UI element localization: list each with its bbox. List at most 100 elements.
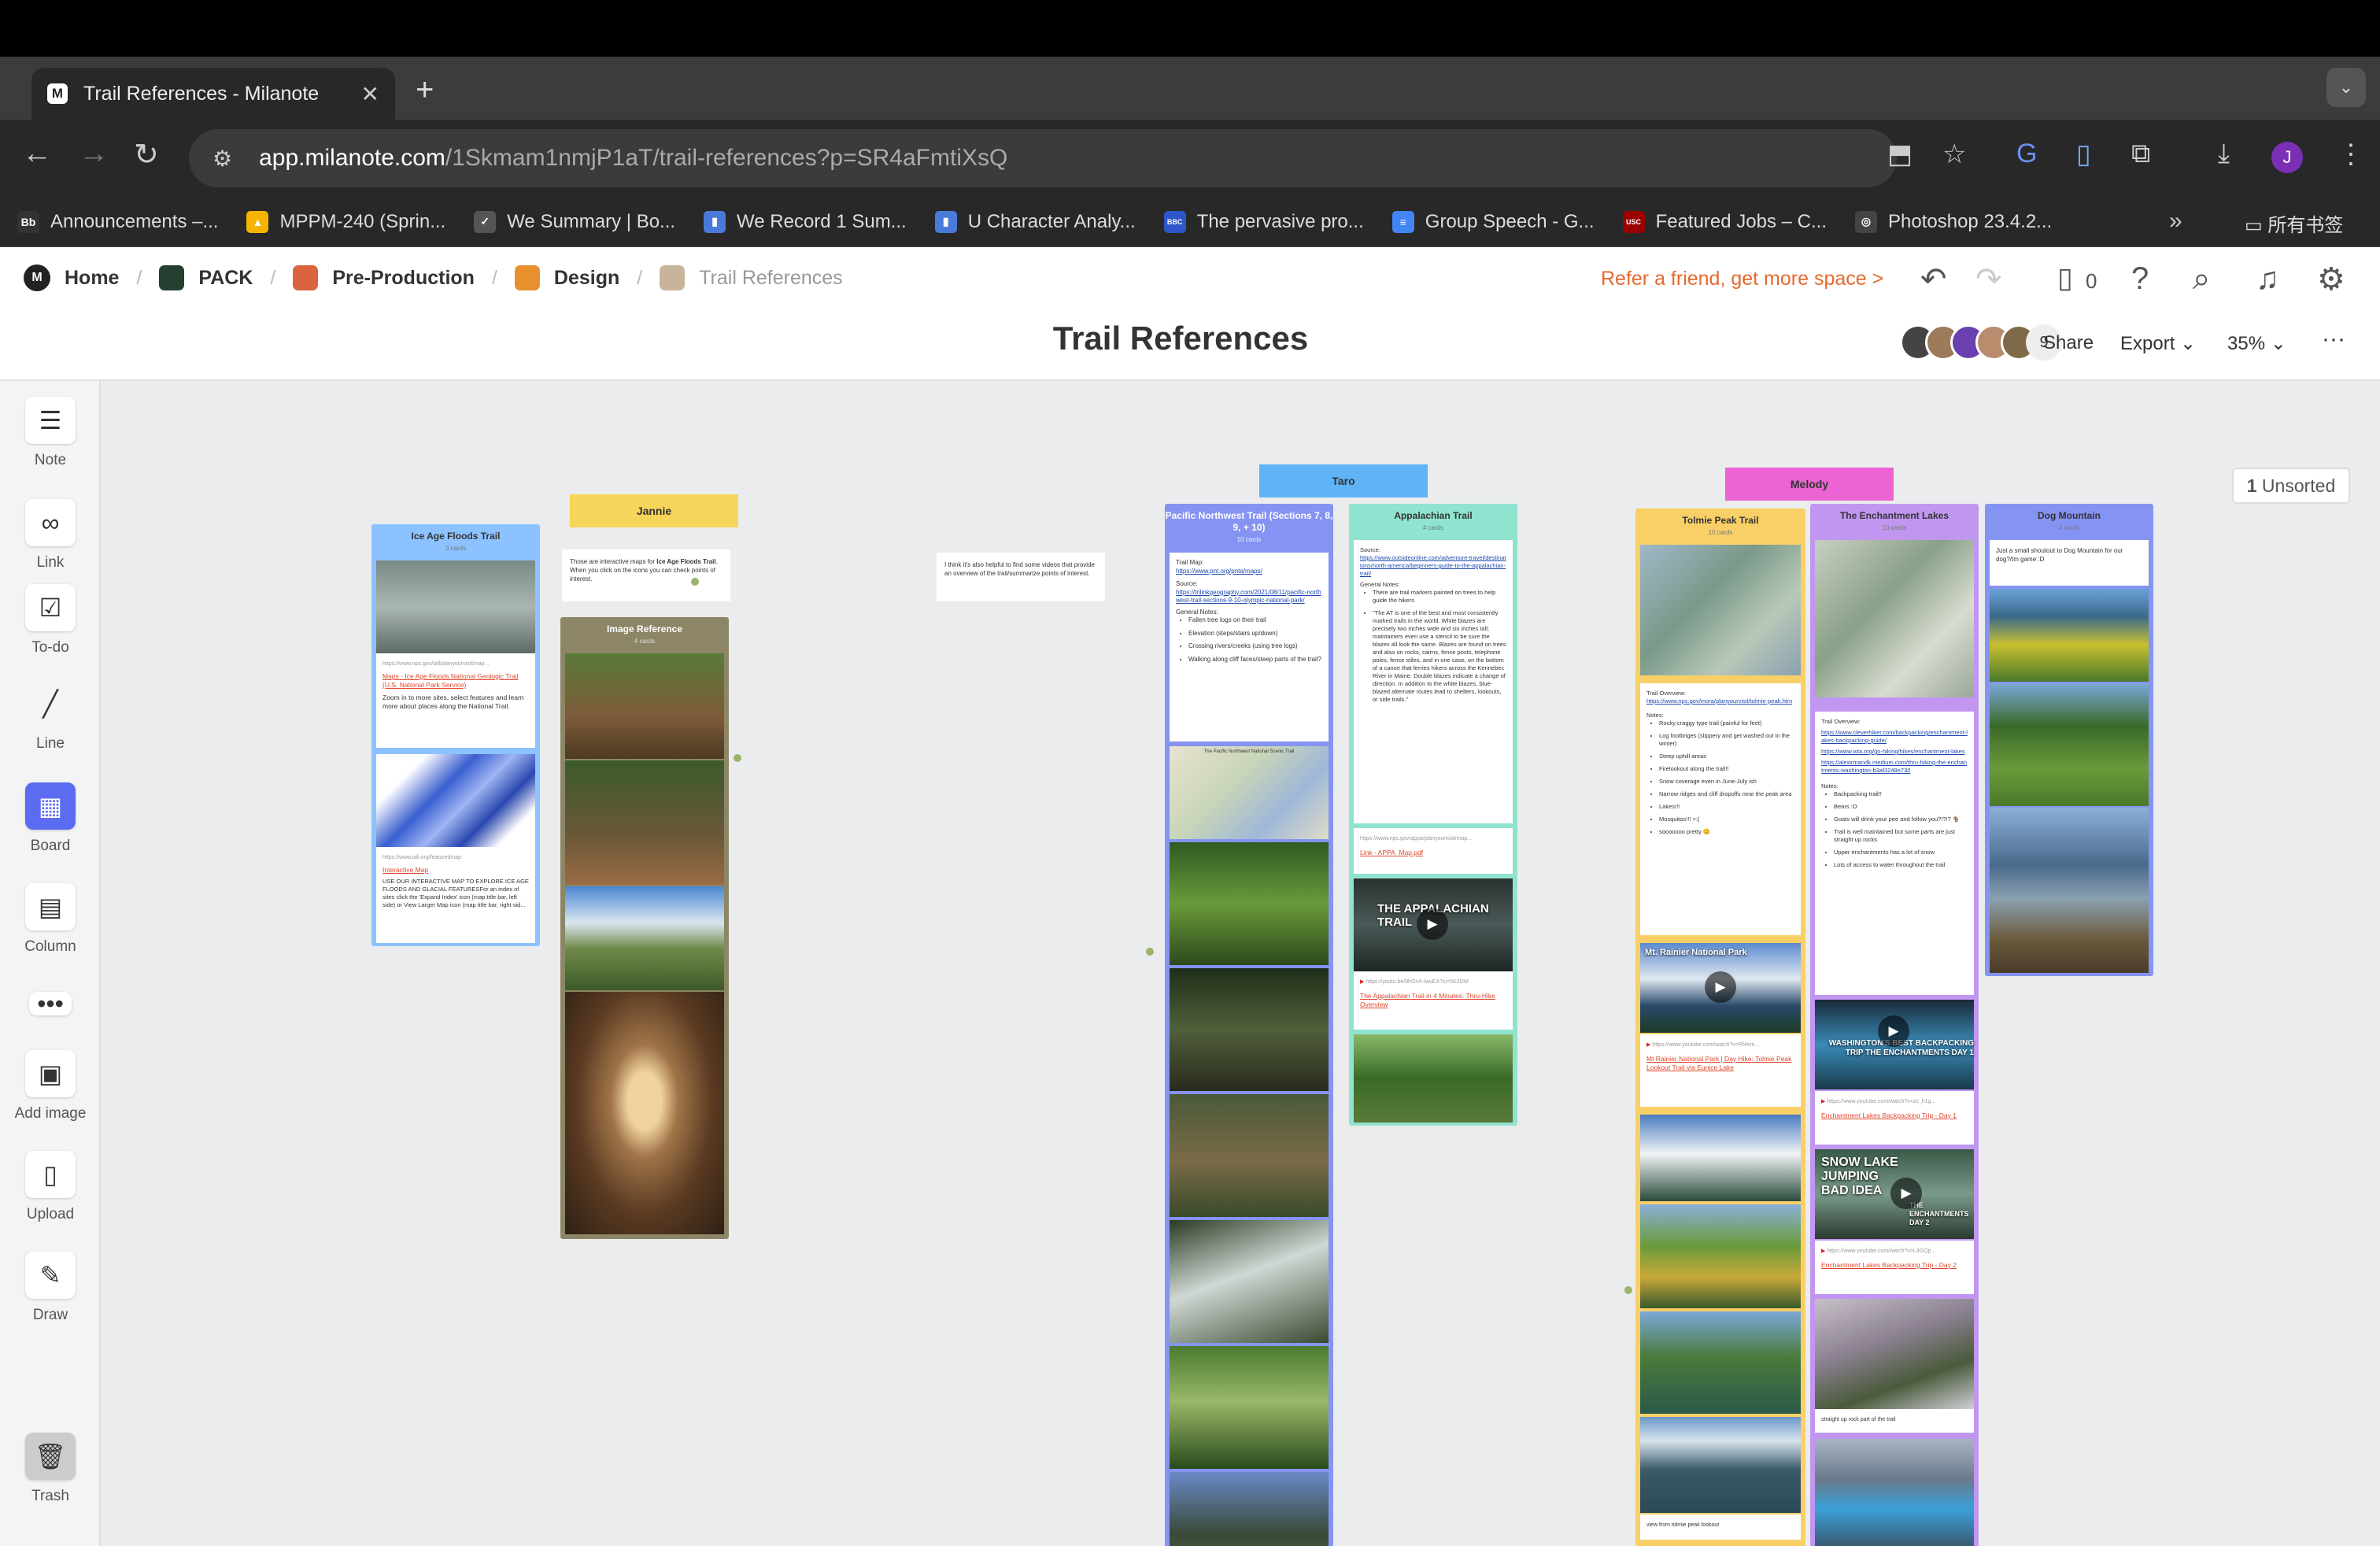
browser-tab-active[interactable]: M Trail References - Milanote ✕ bbox=[31, 68, 395, 120]
settings-gear-icon[interactable]: ⚙ bbox=[2317, 261, 2345, 298]
bookmark-item[interactable]: ≡ Group Speech - G... bbox=[1391, 210, 1595, 233]
more-options-icon[interactable]: ··· bbox=[2322, 326, 2345, 353]
unsorted-button[interactable]: 1 Unsorted bbox=[2232, 468, 2350, 504]
note-tolmie[interactable]: Trail Overview: https://www.nps.gov/mora… bbox=[1640, 683, 1801, 935]
new-tab-icon[interactable]: + bbox=[416, 72, 434, 108]
label-taro[interactable]: Taro bbox=[1259, 464, 1428, 497]
note-jannie[interactable]: Those are interactive maps for Ice Age F… bbox=[562, 549, 730, 601]
column-enchantment-lakes[interactable]: The Enchantment Lakes 10 cards Trail Over… bbox=[1810, 504, 1979, 1546]
label-jannie[interactable]: Jannie bbox=[570, 494, 738, 527]
url-path: /1Skmam1nmjP1aT/trail-references?p=SR4aF… bbox=[445, 145, 1008, 171]
note-appalachian[interactable]: Source: https://www.outsideonline.com/ad… bbox=[1354, 540, 1513, 823]
more-tools-button[interactable]: ••• bbox=[0, 989, 101, 1023]
address-bar[interactable]: ⚙ app.milanote.com /1Skmam1nmjP1aT/trail… bbox=[189, 129, 1897, 187]
forward-arrow-icon[interactable]: → bbox=[79, 137, 109, 171]
note-dog-mountain[interactable]: Just a small shoutout to Dog Mountain fo… bbox=[1990, 540, 2149, 586]
notifications-bell-icon[interactable]: ♫ bbox=[2256, 261, 2279, 297]
zoom-select[interactable]: 35% ⌄ bbox=[2227, 332, 2286, 355]
extension-icon[interactable]: ▯ bbox=[2076, 139, 2091, 170]
column-dog-mountain[interactable]: Dog Mountain 4 cards Just a small shoutou… bbox=[1985, 504, 2153, 976]
more-bookmarks-chevron-icon[interactable]: » bbox=[2169, 208, 2182, 235]
install-app-icon[interactable]: ⬒ bbox=[1887, 139, 1913, 170]
link-card-appa-map[interactable]: https://www.nps.gov/appa/planyourvisit/m… bbox=[1354, 828, 1513, 874]
video-link-enchantment-day2[interactable]: ▶ https://www.youtube.com/watch?v=L3GQp.… bbox=[1815, 1241, 1974, 1294]
play-icon[interactable]: ▶ bbox=[1417, 908, 1448, 940]
bookmark-item[interactable]: BBC The pervasive pro... bbox=[1163, 210, 1364, 233]
tool-column[interactable]: ▤ Column bbox=[0, 883, 101, 956]
tool-todo[interactable]: ☑ To-do bbox=[0, 584, 101, 656]
column-pacific-northwest[interactable]: Pacific Northwest Trail (Sections 7, 8, … bbox=[1165, 504, 1333, 1546]
video-link-tolmie[interactable]: ▶ https://www.youtube.com/watch?v=Rf4em.… bbox=[1640, 1034, 1801, 1107]
board-swatch-icon bbox=[514, 265, 540, 290]
bookmark-item[interactable]: Bb Announcements –... bbox=[17, 210, 218, 233]
breadcrumb-design[interactable]: Design bbox=[514, 265, 619, 290]
tab-search-chevron-icon[interactable]: ⌄ bbox=[2326, 68, 2366, 107]
column-ice-age-floods[interactable]: Ice Age Floods Trail 3 cards https://www.… bbox=[371, 524, 540, 946]
search-icon[interactable]: ⌕ bbox=[2193, 261, 2210, 297]
share-button[interactable]: Share bbox=[2043, 332, 2094, 354]
tool-board[interactable]: ▦ Board bbox=[0, 782, 101, 855]
column-title: Pacific Northwest Trail (Sections 7, 8, … bbox=[1165, 510, 1333, 543]
note-enchantment[interactable]: Trail Overview: https://www.cleverhiker.… bbox=[1815, 712, 1974, 995]
bookmark-item[interactable]: ✓ We Summary | Bo... bbox=[474, 210, 675, 233]
comment-dot[interactable] bbox=[1146, 948, 1154, 956]
column-tolmie-peak[interactable]: Tolmie Peak Trail 10 cards Trail Overview… bbox=[1635, 509, 1805, 1546]
play-icon[interactable]: ▶ bbox=[1705, 971, 1736, 1003]
comment-dot[interactable] bbox=[734, 754, 741, 762]
note-taro[interactable]: I think it's also helpful to find some v… bbox=[937, 553, 1105, 601]
bookmark-star-icon[interactable]: ☆ bbox=[1942, 139, 1966, 170]
trash[interactable]: 🗑 Trash bbox=[0, 1433, 101, 1505]
device-icon[interactable]: ▯ bbox=[2057, 261, 2073, 294]
tool-note[interactable]: ☰ Note bbox=[0, 397, 101, 469]
tool-draw[interactable]: ✎ Draw bbox=[0, 1252, 101, 1324]
refer-friend-link[interactable]: Refer a friend, get more space > bbox=[1601, 268, 1883, 290]
video-link-appalachian[interactable]: ▶ https://youtu.be/9hOnX-lwuEA?si=5K2l2M… bbox=[1354, 971, 1513, 1030]
site-info-icon[interactable]: ⚙ bbox=[213, 146, 232, 172]
tool-upload[interactable]: ▯ Upload bbox=[0, 1151, 101, 1223]
bookmark-item[interactable]: USC Featured Jobs – C... bbox=[1622, 210, 1827, 233]
bookmark-item[interactable]: ▮ We Record 1 Sum... bbox=[704, 210, 907, 233]
browser-menu-icon[interactable]: ⋮ bbox=[2338, 139, 2364, 170]
profile-avatar[interactable]: J bbox=[2271, 142, 2303, 173]
translate-extension-icon[interactable]: G bbox=[2016, 139, 2037, 169]
comment-dot[interactable] bbox=[691, 578, 699, 586]
video-thumbnail-appalachian[interactable]: THE APPALACHIAN TRAIL ▶ bbox=[1354, 878, 1513, 971]
link-card-maps[interactable]: https://www.nps.gov/iafl/planyourvisit/m… bbox=[376, 653, 535, 748]
link-card-interactive-map[interactable]: https://www.iafi.org/featuredmap Interac… bbox=[376, 847, 535, 943]
tool-add-image[interactable]: ▣ Add image bbox=[0, 1050, 101, 1123]
board-canvas[interactable]: 1 Unsorted Ice Age Floods Trail 3 cards h… bbox=[102, 383, 2380, 1546]
video-thumbnail-enchantment-day1[interactable]: WASHINGTON'S BEST BACKPACKING TRIP THE E… bbox=[1815, 1000, 1974, 1089]
tab-strip: M Trail References - Milanote ✕ + ⌄ bbox=[0, 57, 2380, 120]
bookmark-item[interactable]: ◎ Photoshop 23.4.2... bbox=[1855, 210, 2052, 233]
download-icon[interactable]: ⤓ bbox=[2218, 139, 2230, 169]
play-icon[interactable]: ▶ bbox=[1878, 1015, 1909, 1047]
play-icon[interactable]: ▶ bbox=[1890, 1178, 1922, 1209]
column-appalachian-trail[interactable]: Appalachian Trail 4 cards Source: https:/… bbox=[1349, 504, 1517, 1126]
all-bookmarks-folder[interactable]: ▭ 所有书签 bbox=[2245, 209, 2343, 237]
reload-icon[interactable]: ↻ bbox=[134, 137, 159, 172]
breadcrumb-pack[interactable]: PACK bbox=[159, 265, 253, 290]
tool-link[interactable]: ∞ Link bbox=[0, 499, 101, 571]
tool-line[interactable]: ╱ Line bbox=[0, 680, 101, 753]
collaborators[interactable]: 9 bbox=[1900, 324, 2062, 361]
extensions-puzzle-icon[interactable]: ⧉ bbox=[2131, 139, 2150, 169]
note-pnw[interactable]: Trail Map: https://www.pnt.org/pnta/maps… bbox=[1170, 553, 1329, 742]
column-image-reference[interactable]: Image Reference 4 cards bbox=[560, 617, 729, 1239]
video-thumbnail-enchantment-day2[interactable]: SNOW LAKE JUMPING BAD IDEA THE ENCHANTME… bbox=[1815, 1149, 1974, 1239]
breadcrumb-pre-production[interactable]: Pre-Production bbox=[293, 265, 475, 290]
bookmark-item[interactable]: ▮ U Character Analy... bbox=[934, 210, 1136, 233]
video-link-enchantment-day1[interactable]: ▶ https://www.youtube.com/watch?v=zz_h1g… bbox=[1815, 1091, 1974, 1145]
undo-icon[interactable]: ↶ bbox=[1920, 261, 1947, 298]
back-arrow-icon[interactable]: ← bbox=[22, 137, 52, 171]
photo-mountain-meadow bbox=[565, 886, 724, 990]
video-thumbnail-tolmie[interactable]: Mt. Rainier National Park ▶ bbox=[1640, 943, 1801, 1033]
label-melody[interactable]: Melody bbox=[1725, 468, 1894, 501]
export-button[interactable]: Export ⌄ bbox=[2120, 332, 2196, 355]
close-tab-icon[interactable]: ✕ bbox=[361, 81, 379, 107]
bookmark-item[interactable]: ▲ MPPM-240 (Sprin... bbox=[246, 210, 445, 233]
milanote-logo-icon: M bbox=[24, 264, 50, 291]
comment-dot[interactable] bbox=[1624, 1286, 1632, 1294]
help-icon[interactable]: ? bbox=[2131, 261, 2149, 297]
breadcrumb-home[interactable]: M Home bbox=[24, 264, 119, 291]
redo-icon[interactable]: ↷ bbox=[1975, 261, 2002, 298]
